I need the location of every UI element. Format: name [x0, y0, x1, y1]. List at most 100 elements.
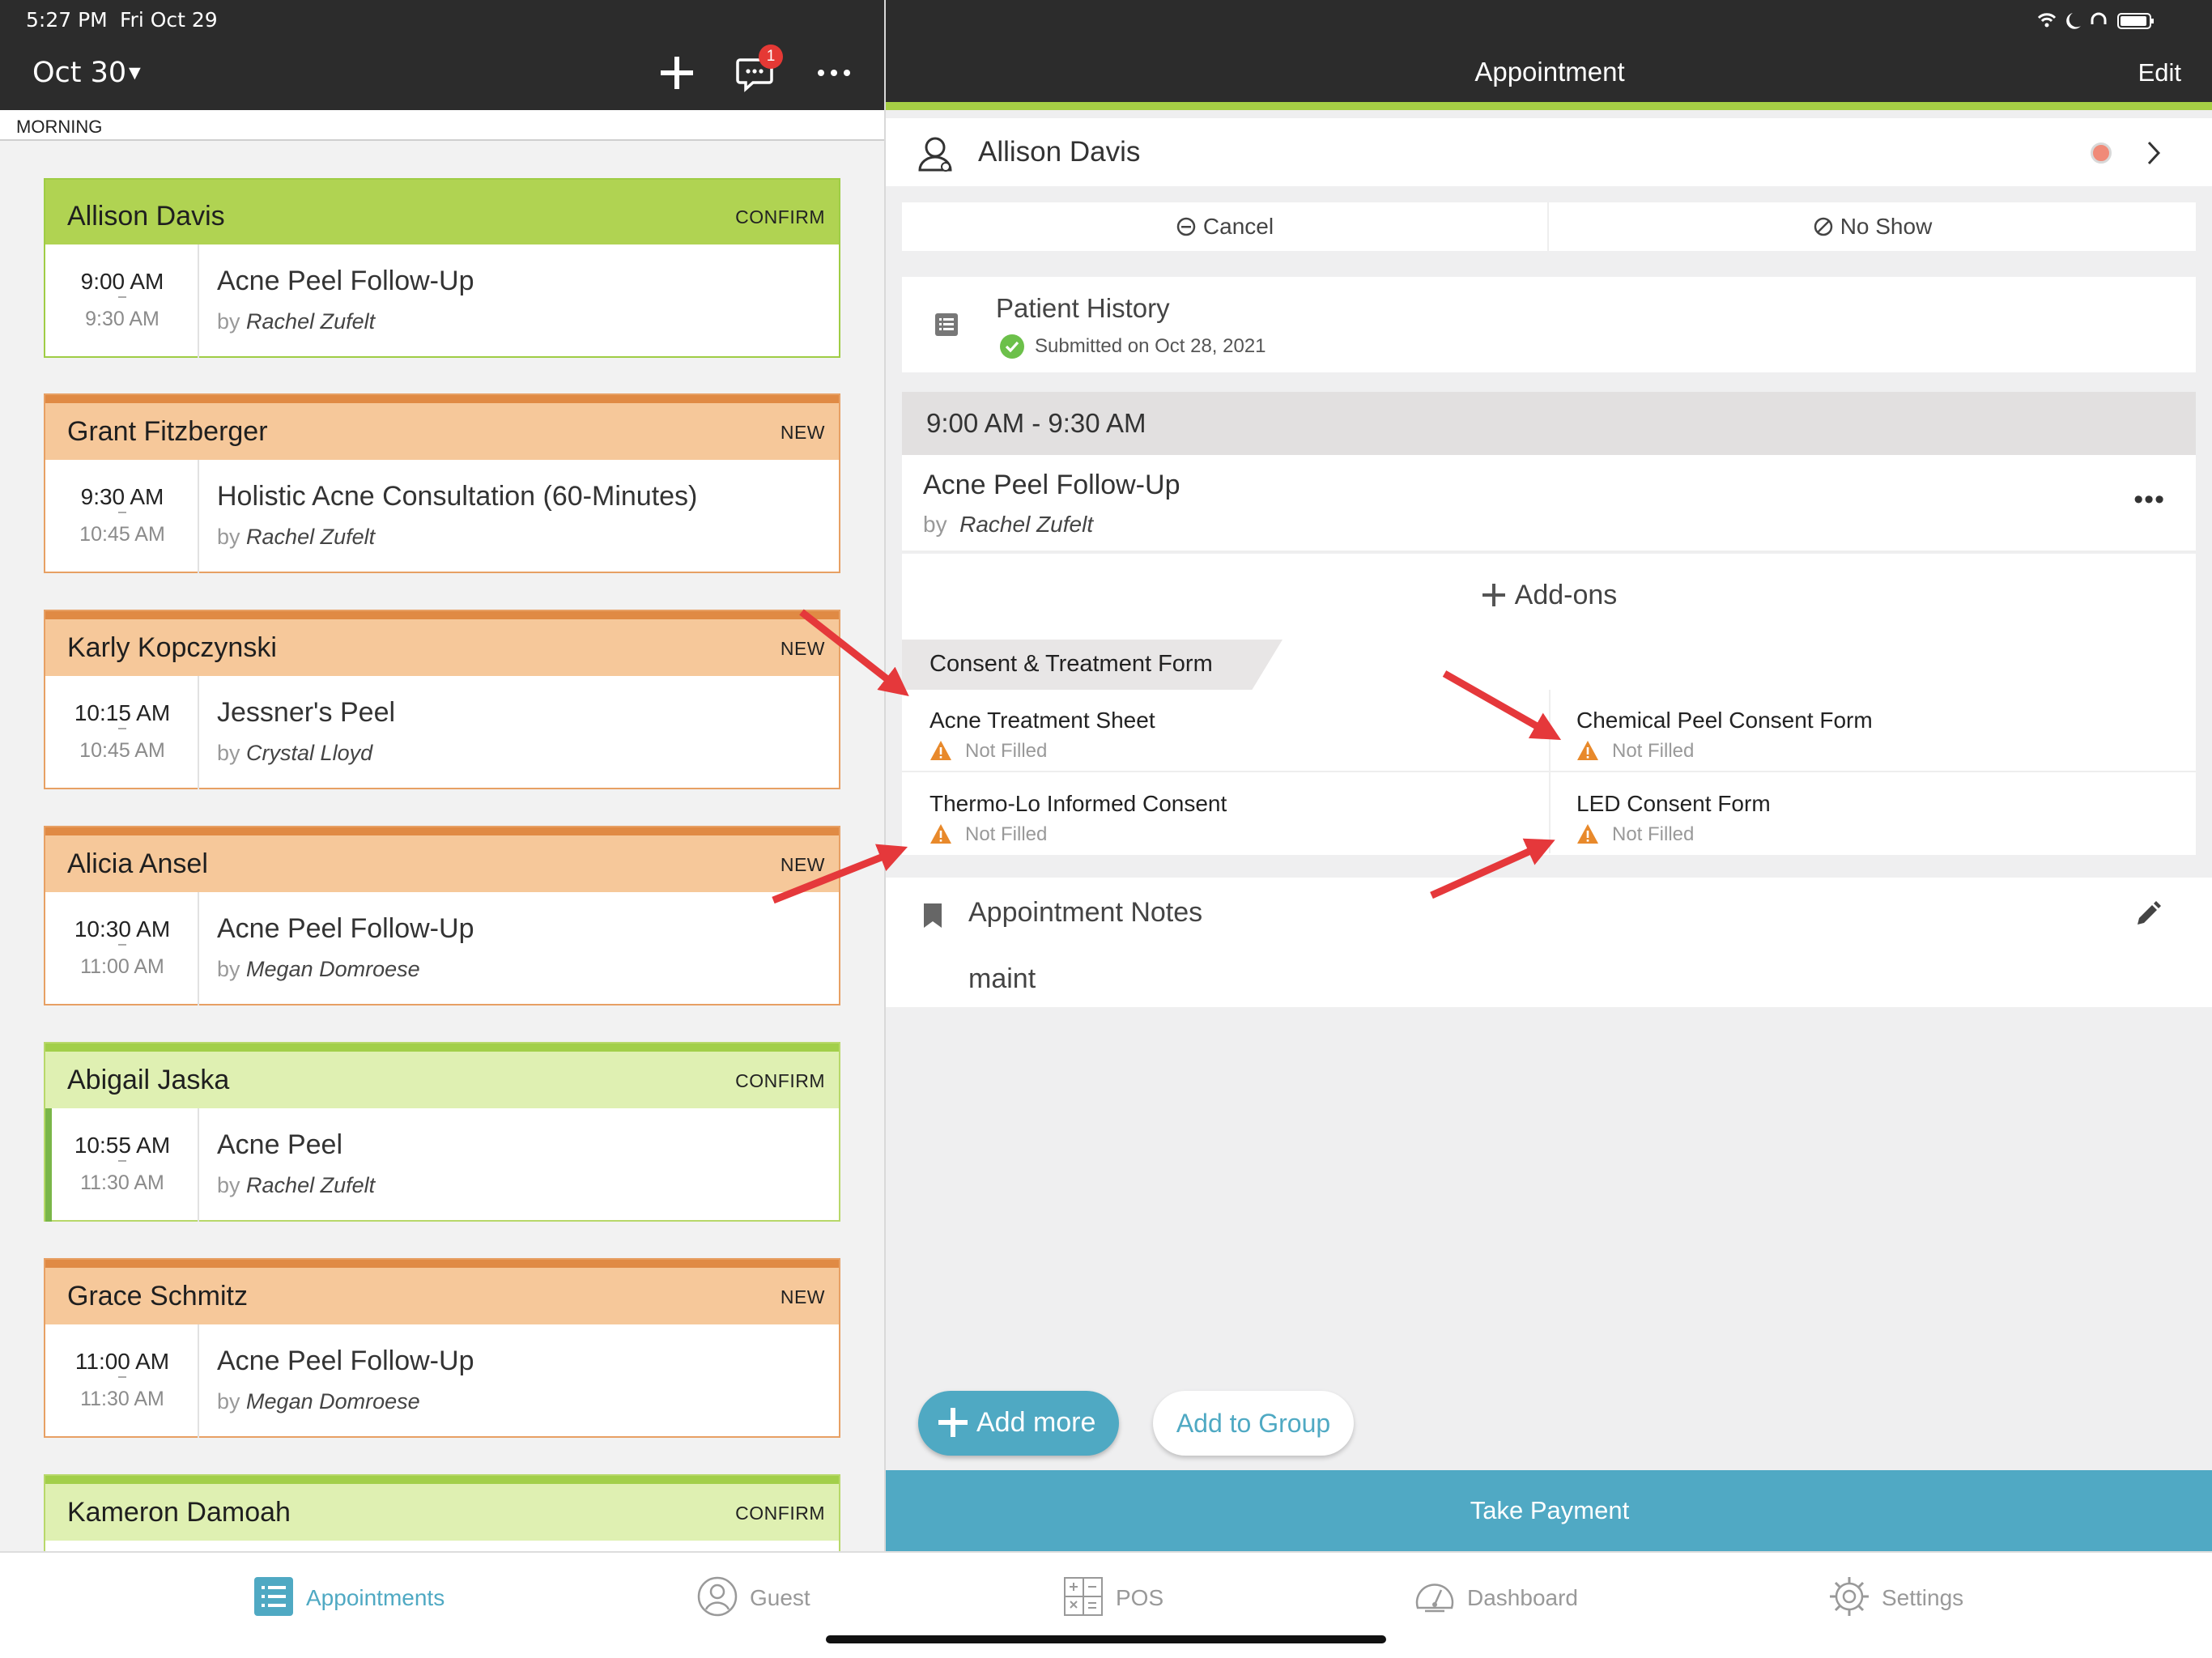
form-status: Not Filled: [965, 740, 1048, 762]
add-icon[interactable]: [654, 50, 700, 96]
time-divider: [118, 728, 126, 729]
addons-button[interactable]: Add-ons: [902, 554, 2196, 640]
bookmark-icon: [924, 903, 942, 928]
no-show-button[interactable]: No Show: [1549, 202, 2196, 251]
provider-name: Crystal Lloyd: [246, 741, 373, 765]
appointment-card[interactable]: Kameron Damoah CONFIRM: [44, 1474, 840, 1551]
provider-line: by Rachel Zufelt: [217, 309, 376, 334]
form-title: Thermo-Lo Informed Consent: [929, 791, 1227, 816]
start-time: 10:30 AM: [74, 916, 171, 942]
no-show-icon: [1814, 217, 1832, 236]
patient-history-card[interactable]: Patient History Submitted on Oct 28, 202…: [902, 277, 2196, 372]
provider-line: by Megan Domroese: [217, 957, 420, 981]
consent-forms-section: Consent & Treatment Form Acne Treatment …: [902, 640, 2196, 855]
detail-header: Appointment Edit: [886, 0, 2212, 110]
addons-label: Add-ons: [1514, 580, 1618, 610]
status-dot-icon: [2091, 142, 2112, 164]
card-header: Grant Fitzberger NEW: [45, 395, 839, 460]
pencil-icon[interactable]: [2133, 900, 2162, 929]
time-divider: [118, 296, 126, 298]
home-indicator: [826, 1635, 1386, 1643]
card-header: Kameron Damoah CONFIRM: [45, 1476, 839, 1541]
provider-name: Megan Domroese: [246, 1389, 420, 1414]
appointment-card[interactable]: Grant Fitzberger NEW 9:30 AM 10:45 AM Ho…: [44, 393, 840, 573]
status-badge: CONFIRM: [735, 1070, 825, 1091]
provider-line: by Megan Domroese: [217, 1389, 420, 1414]
cancel-button[interactable]: Cancel: [902, 202, 1549, 251]
appointment-card[interactable]: Abigail Jaska CONFIRM 10:55 AM 11:30 AM …: [44, 1042, 840, 1222]
gear-icon: [1830, 1577, 1869, 1616]
client-name: Alicia Ansel: [67, 848, 208, 879]
status-badge: NEW: [780, 1286, 825, 1307]
provider-name: Rachel Zufelt: [246, 525, 376, 549]
status-badge: CONFIRM: [735, 1503, 825, 1524]
status-badge: NEW: [780, 854, 825, 875]
form-item[interactable]: Acne Treatment Sheet Not Filled: [902, 688, 1549, 771]
take-payment-button[interactable]: Take Payment: [886, 1470, 2212, 1551]
client-name: Allison Davis: [67, 201, 225, 232]
service-name: Acne Peel Follow-Up: [217, 266, 474, 296]
appointment-card[interactable]: Grace Schmitz NEW 11:00 AM 11:30 AM Acne…: [44, 1258, 840, 1438]
provider-name: Rachel Zufelt: [246, 1173, 376, 1197]
card-header: Allison Davis CONFIRM: [45, 180, 839, 244]
cancel-icon: [1176, 217, 1196, 236]
status-time: 5:27 PM: [26, 8, 108, 32]
time-divider: [118, 944, 126, 946]
start-time: 10:55 AM: [74, 1133, 171, 1158]
time-column: 11:00 AM 11:30 AM: [45, 1324, 199, 1438]
start-time: 11:00 AM: [74, 1349, 170, 1374]
status-icons: [2037, 12, 2154, 29]
end-time: 11:30 AM: [80, 1171, 164, 1194]
date-selector[interactable]: Oct 30: [32, 57, 126, 89]
patient-avatar-icon: [918, 137, 952, 172]
client-name: Grace Schmitz: [67, 1281, 248, 1312]
appointment-detail-pane: Appointment Edit Allison Davis Cancel No…: [884, 0, 2212, 1551]
add-more-button[interactable]: Add more: [918, 1391, 1119, 1456]
form-status: Not Filled: [1612, 740, 1695, 762]
appointment-card[interactable]: Alicia Ansel NEW 10:30 AM 11:00 AM Acne …: [44, 826, 840, 1005]
time-divider: [118, 512, 126, 513]
time-divider: [118, 1160, 126, 1162]
section-header-morning: MORNING: [0, 110, 884, 141]
patient-history-submitted: Submitted on Oct 28, 2021: [1035, 335, 1266, 357]
appointment-time-range: 9:00 AM - 9:30 AM: [926, 408, 1146, 438]
action-row: Cancel No Show: [902, 202, 2196, 251]
provider-name: Megan Domroese: [246, 957, 420, 981]
client-name: Kameron Damoah: [67, 1497, 291, 1528]
appointment-card[interactable]: Allison Davis CONFIRM 9:00 AM 9:30 AM Ac…: [44, 178, 840, 358]
end-time: 9:30 AM: [85, 308, 160, 330]
edit-button[interactable]: Edit: [2138, 58, 2181, 87]
start-time: 9:00 AM: [80, 269, 164, 294]
service-name: Acne Peel: [217, 1129, 342, 1160]
form-item[interactable]: Chemical Peel Consent Form Not Filled: [1549, 688, 2196, 771]
chevron-right-icon[interactable]: [2144, 139, 2163, 167]
client-name: Karly Kopczynski: [67, 632, 277, 663]
form-item[interactable]: Thermo-Lo Informed Consent Not Filled: [902, 772, 1549, 854]
appointment-card[interactable]: Karly Kopczynski NEW 10:15 AM 10:45 AM J…: [44, 610, 840, 789]
appointment-service-row[interactable]: Acne Peel Follow-Up by Rachel Zufelt •••: [902, 455, 2196, 552]
provider-line: by Rachel Zufelt: [217, 525, 376, 549]
patient-name: Allison Davis: [978, 136, 1141, 168]
more-icon[interactable]: [811, 50, 857, 96]
caret-down-icon[interactable]: ▼: [125, 62, 145, 85]
warning-icon: [930, 741, 951, 760]
start-time: 10:15 AM: [74, 700, 171, 725]
form-title: LED Consent Form: [1576, 791, 1771, 816]
service-name: Acne Peel Follow-Up: [217, 1346, 474, 1376]
add-to-group-button[interactable]: Add to Group: [1153, 1391, 1354, 1456]
notes-body: maint: [968, 963, 1036, 994]
more-options-icon[interactable]: •••: [2133, 484, 2165, 516]
time-column: 10:15 AM 10:45 AM: [45, 676, 199, 789]
start-time: 9:30 AM: [80, 484, 164, 509]
client-name: Grant Fitzberger: [67, 416, 268, 447]
form-status: Not Filled: [1612, 823, 1695, 845]
service-name: Acne Peel Follow-Up: [217, 913, 474, 944]
check-circle-icon: [1000, 334, 1024, 359]
warning-icon: [930, 824, 951, 844]
notes-title: Appointment Notes: [968, 897, 1203, 928]
detail-title: Appointment: [1474, 57, 1625, 87]
form-item[interactable]: LED Consent Form Not Filled: [1549, 772, 2196, 854]
calculator-icon: [1064, 1577, 1103, 1616]
status-badge: NEW: [780, 638, 825, 659]
patient-row[interactable]: Allison Davis: [886, 118, 2212, 186]
